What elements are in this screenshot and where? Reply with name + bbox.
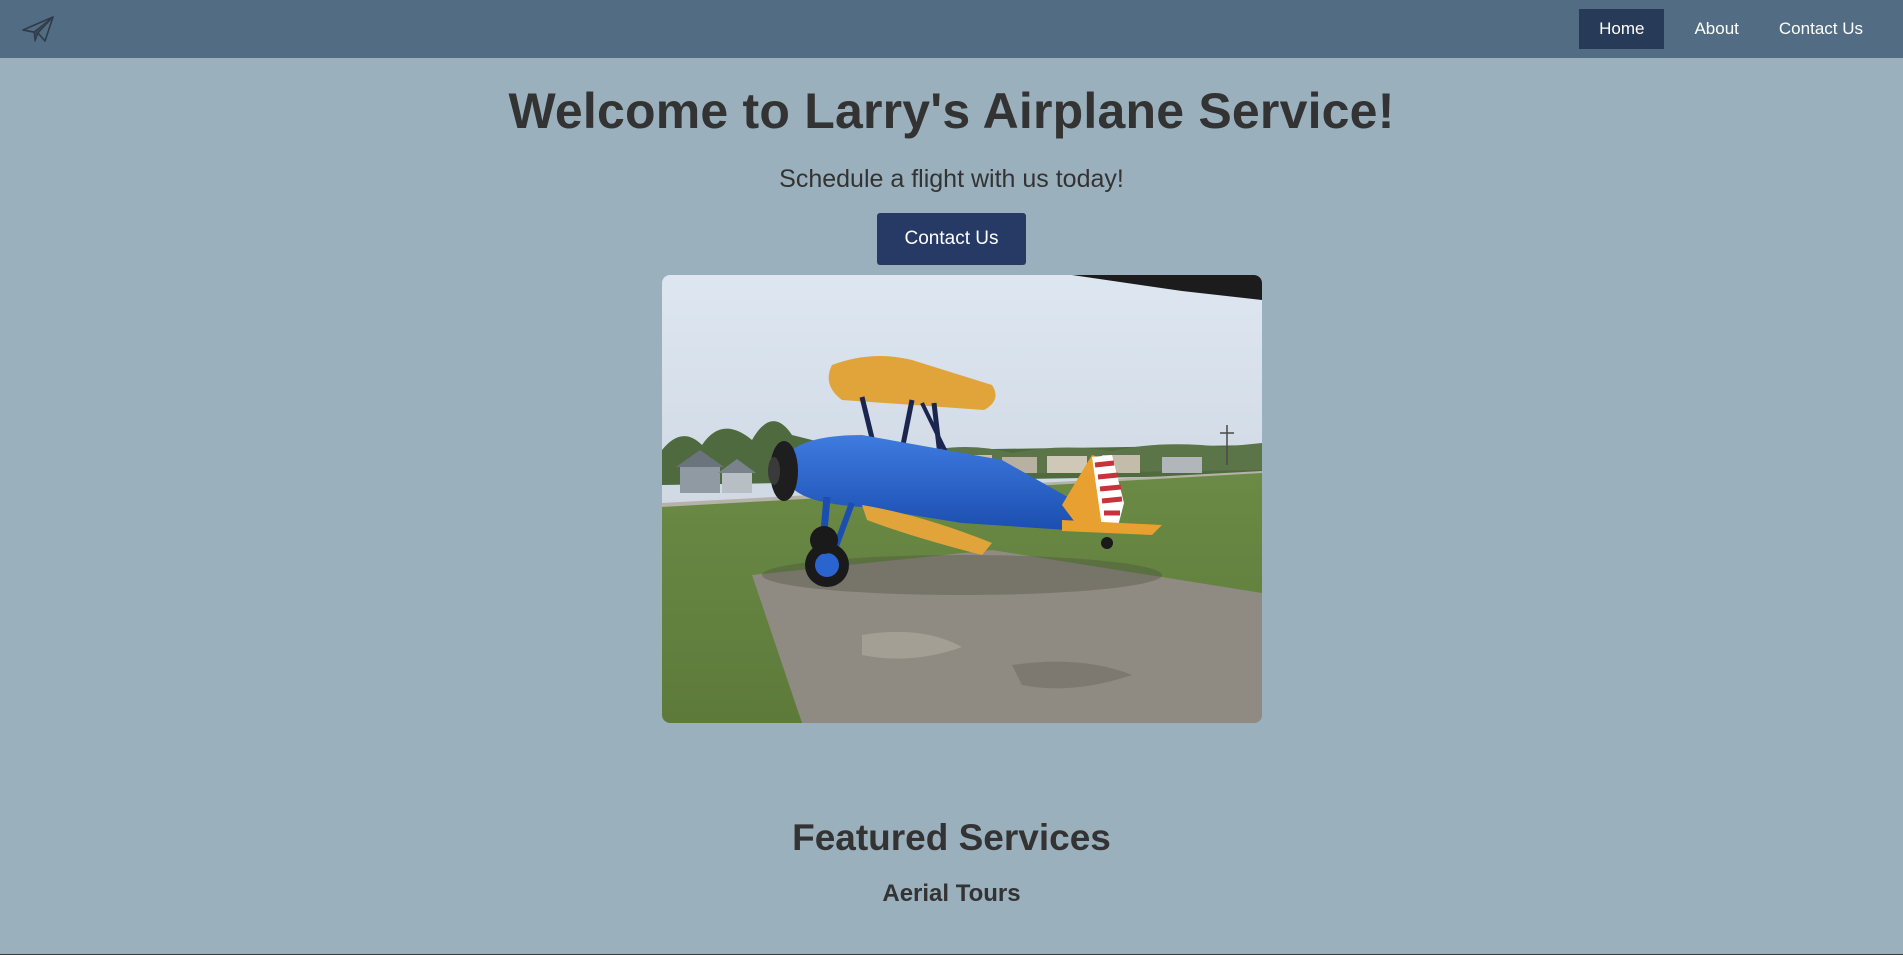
paper-airplane-icon[interactable] [20, 11, 56, 47]
navbar: Home About Contact Us [0, 0, 1903, 58]
service-title-aerial-tours: Aerial Tours [882, 880, 1021, 907]
nav-about-link[interactable]: About [1674, 9, 1758, 49]
nav-contact-link[interactable]: Contact Us [1759, 9, 1883, 49]
contact-us-button[interactable]: Contact Us [877, 213, 1026, 265]
hero-subtitle: Schedule a flight with us today! [779, 165, 1124, 193]
nav-links: Home About Contact Us [1579, 9, 1883, 49]
featured-services-title: Featured Services [792, 817, 1111, 858]
hero-biplane-image [662, 275, 1262, 723]
nav-home-link[interactable]: Home [1579, 9, 1665, 49]
hero-title: Welcome to Larry's Airplane Service! [508, 83, 1395, 139]
